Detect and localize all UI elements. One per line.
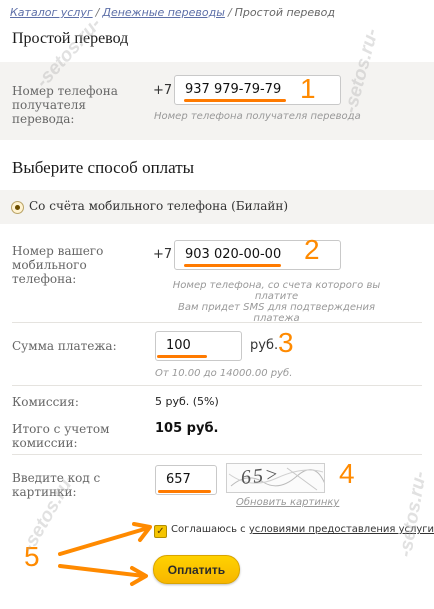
divider xyxy=(12,322,422,323)
total-label: Итого с учетом комиссии: xyxy=(12,422,110,450)
payer-hint: Номер телефона, со счета которого вы пла… xyxy=(172,280,381,324)
highlight-underline xyxy=(157,355,207,358)
payment-option-radio[interactable] xyxy=(11,201,24,214)
watermark-text: -setos.ru- xyxy=(395,469,431,559)
captcha-text: 65> xyxy=(239,463,282,490)
recipient-hint: Номер телефона получателя перевода xyxy=(154,111,361,122)
breadcrumb: Каталог услуг / Денежные переводы / Простой … xyxy=(10,6,335,19)
amount-label: Сумма платежа: xyxy=(12,339,117,353)
captcha-image: 65> xyxy=(226,463,325,493)
payment-method-heading: Выберите способ оплаты xyxy=(12,158,195,177)
divider xyxy=(12,454,422,455)
payer-phone-label: Номер вашего мобильного телефона: xyxy=(12,244,104,286)
amount-currency: руб. xyxy=(250,338,279,353)
highlight-underline xyxy=(184,99,286,102)
divider xyxy=(12,385,422,386)
commission-label: Комиссия: xyxy=(12,395,79,409)
highlight-underline xyxy=(158,490,211,493)
agreement-text: Соглашаюсь с условиями предоставления ус… xyxy=(171,524,434,535)
recipient-country-code: +7 xyxy=(153,83,173,98)
total-value: 105 руб. xyxy=(155,421,219,436)
breadcrumb-link-catalog[interactable]: Каталог услуг xyxy=(10,6,93,19)
payer-country-code: +7 xyxy=(153,247,173,262)
arrow-icon xyxy=(58,522,152,586)
refresh-captcha-link[interactable]: Обновить картинку xyxy=(236,497,339,508)
step-number-3: 3 xyxy=(278,327,294,358)
step-number-4: 4 xyxy=(339,458,355,489)
amount-hint: От 10.00 до 14000.00 руб. xyxy=(155,368,293,379)
payment-option-label: Со счёта мобильного телефона (Билайн) xyxy=(29,199,289,213)
step-number-1: 1 xyxy=(300,73,316,104)
pay-button[interactable]: Оплатить xyxy=(153,555,240,584)
recipient-label: Номер телефона получателя перевода: xyxy=(12,84,118,126)
commission-value: 5 руб. (5%) xyxy=(155,395,219,408)
breadcrumb-link-transfers[interactable]: Денежные переводы xyxy=(102,6,225,19)
breadcrumb-current: Простой перевод xyxy=(234,6,335,19)
step-number-2: 2 xyxy=(304,234,320,265)
highlight-underline xyxy=(184,264,281,267)
